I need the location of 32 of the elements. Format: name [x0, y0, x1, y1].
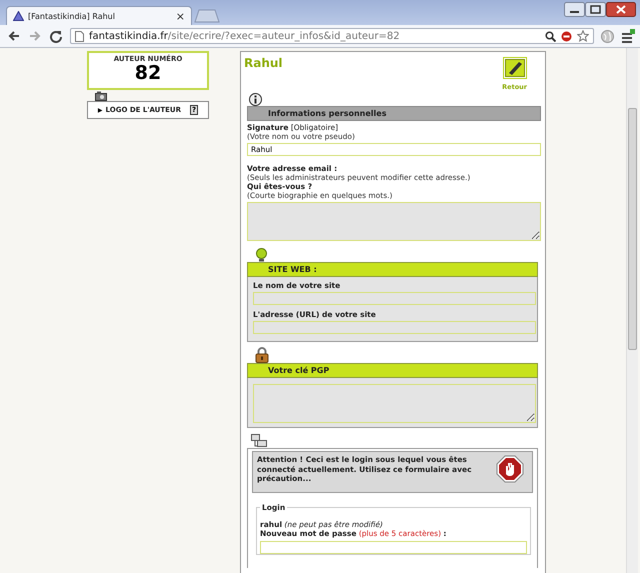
password-field[interactable]	[260, 540, 527, 554]
section-header: Informations personnelles	[247, 106, 541, 121]
triangle-icon	[13, 11, 24, 21]
camera-icon	[95, 91, 107, 101]
input-field[interactable]	[253, 321, 536, 334]
address-bar[interactable]: fantastikindia.fr/site/ecrire/?exec=auteur_infos&id_auteur=82	[70, 28, 594, 44]
stop-hand-icon	[496, 455, 524, 484]
info-icon	[249, 93, 262, 106]
author-number: 82	[134, 63, 162, 83]
browser-tab[interactable]: [Fantastikindia] Rahul ×	[6, 6, 192, 25]
menu-icon[interactable]	[621, 29, 635, 43]
url-host: fantastikindia.fr	[89, 30, 168, 42]
reload-icon[interactable]	[49, 29, 63, 43]
computer-icon	[251, 434, 267, 448]
input-field[interactable]	[253, 292, 536, 305]
padlock-icon	[255, 347, 269, 363]
section-header: Votre clé PGP	[247, 363, 538, 378]
new-tab-button[interactable]	[194, 9, 220, 23]
page-icon	[75, 30, 84, 42]
scrollbar[interactable]	[626, 48, 638, 573]
magnifier-icon[interactable]	[545, 30, 556, 42]
url-path: /site/ecrire/?exec=auteur_infos&id_auteur=82	[168, 30, 400, 42]
pencil-document-icon[interactable]	[502, 57, 527, 79]
window-controls-icon[interactable]	[564, 2, 636, 18]
forward-arrow-icon[interactable]	[28, 29, 42, 43]
section-header: SITE WEB :	[247, 262, 538, 277]
close-tab-button[interactable]: ×	[176, 10, 185, 22]
back-arrow-icon[interactable]	[7, 29, 21, 43]
star-icon[interactable]	[577, 30, 589, 42]
author-name: Rahul	[244, 56, 283, 72]
stop-sign-icon[interactable]	[561, 30, 572, 42]
tab-title: [Fantastikindia] Rahul	[28, 12, 116, 20]
